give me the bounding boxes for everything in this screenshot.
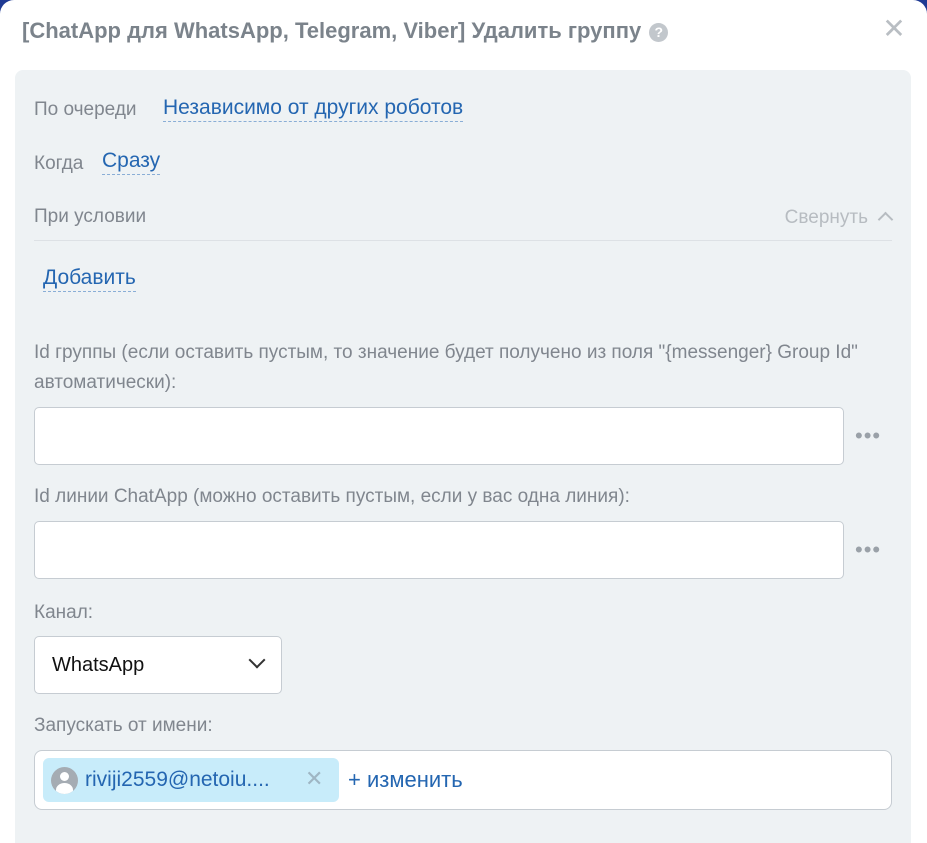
collapse-label: Свернуть: [784, 207, 868, 228]
dialog-title-text: [ChatApp для WhatsApp, Telegram, Viber] …: [22, 18, 642, 43]
run-as-user-box[interactable]: riviji2559@netoiu.... ✕ + изменить: [34, 750, 892, 810]
help-icon[interactable]: ?: [649, 23, 669, 42]
user-chip-name: riviji2559@netoiu....: [85, 768, 270, 791]
group-id-label: Id группы (если оставить пустым, то знач…: [34, 342, 858, 393]
remove-user-icon[interactable]: ✕: [305, 767, 323, 791]
queue-label: По очереди: [34, 99, 137, 120]
collapse-button[interactable]: Свернуть: [784, 207, 894, 229]
change-user-link[interactable]: + изменить: [348, 767, 463, 793]
queue-value-link[interactable]: Независимо от других роботов: [163, 96, 464, 122]
close-icon[interactable]: ✕: [880, 15, 908, 43]
group-id-more-icon[interactable]: •••: [855, 425, 885, 447]
group-id-input[interactable]: [34, 407, 844, 465]
dialog-titlebar: [ChatApp для WhatsApp, Telegram, Viber] …: [0, 0, 927, 64]
line-id-label: Id линии ChatApp (можно оставить пустым,…: [34, 486, 630, 507]
chevron-down-icon: [248, 651, 266, 669]
user-chip[interactable]: riviji2559@netoiu.... ✕: [43, 758, 339, 802]
when-value-link[interactable]: Сразу: [102, 149, 161, 175]
chevron-up-icon: [877, 211, 894, 228]
channel-label: Канал:: [34, 602, 94, 623]
channel-select-value: WhatsApp: [52, 654, 145, 676]
avatar: [51, 767, 78, 794]
when-label: Когда: [34, 153, 84, 174]
line-id-more-icon[interactable]: •••: [855, 539, 885, 561]
channel-select[interactable]: WhatsApp: [34, 636, 282, 694]
add-condition-link[interactable]: Добавить: [43, 266, 136, 292]
dialog-title: [ChatApp для WhatsApp, Telegram, Viber] …: [22, 18, 669, 44]
line-id-input[interactable]: [34, 521, 844, 579]
settings-panel: По очереди Независимо от других роботов …: [15, 70, 911, 843]
condition-divider: [34, 240, 892, 241]
robot-settings-dialog: [ChatApp для WhatsApp, Telegram, Viber] …: [0, 0, 927, 843]
run-as-label: Запускать от имени:: [34, 715, 213, 736]
condition-label: При условии: [34, 206, 147, 227]
